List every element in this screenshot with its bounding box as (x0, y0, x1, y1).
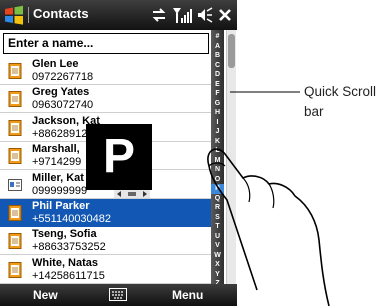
callout-label: Quick Scroll bar (304, 82, 392, 122)
callout-label-line1: Quick Scroll (304, 84, 377, 99)
callout-leader-line (230, 91, 300, 93)
callout-label-line2: bar (304, 104, 324, 119)
